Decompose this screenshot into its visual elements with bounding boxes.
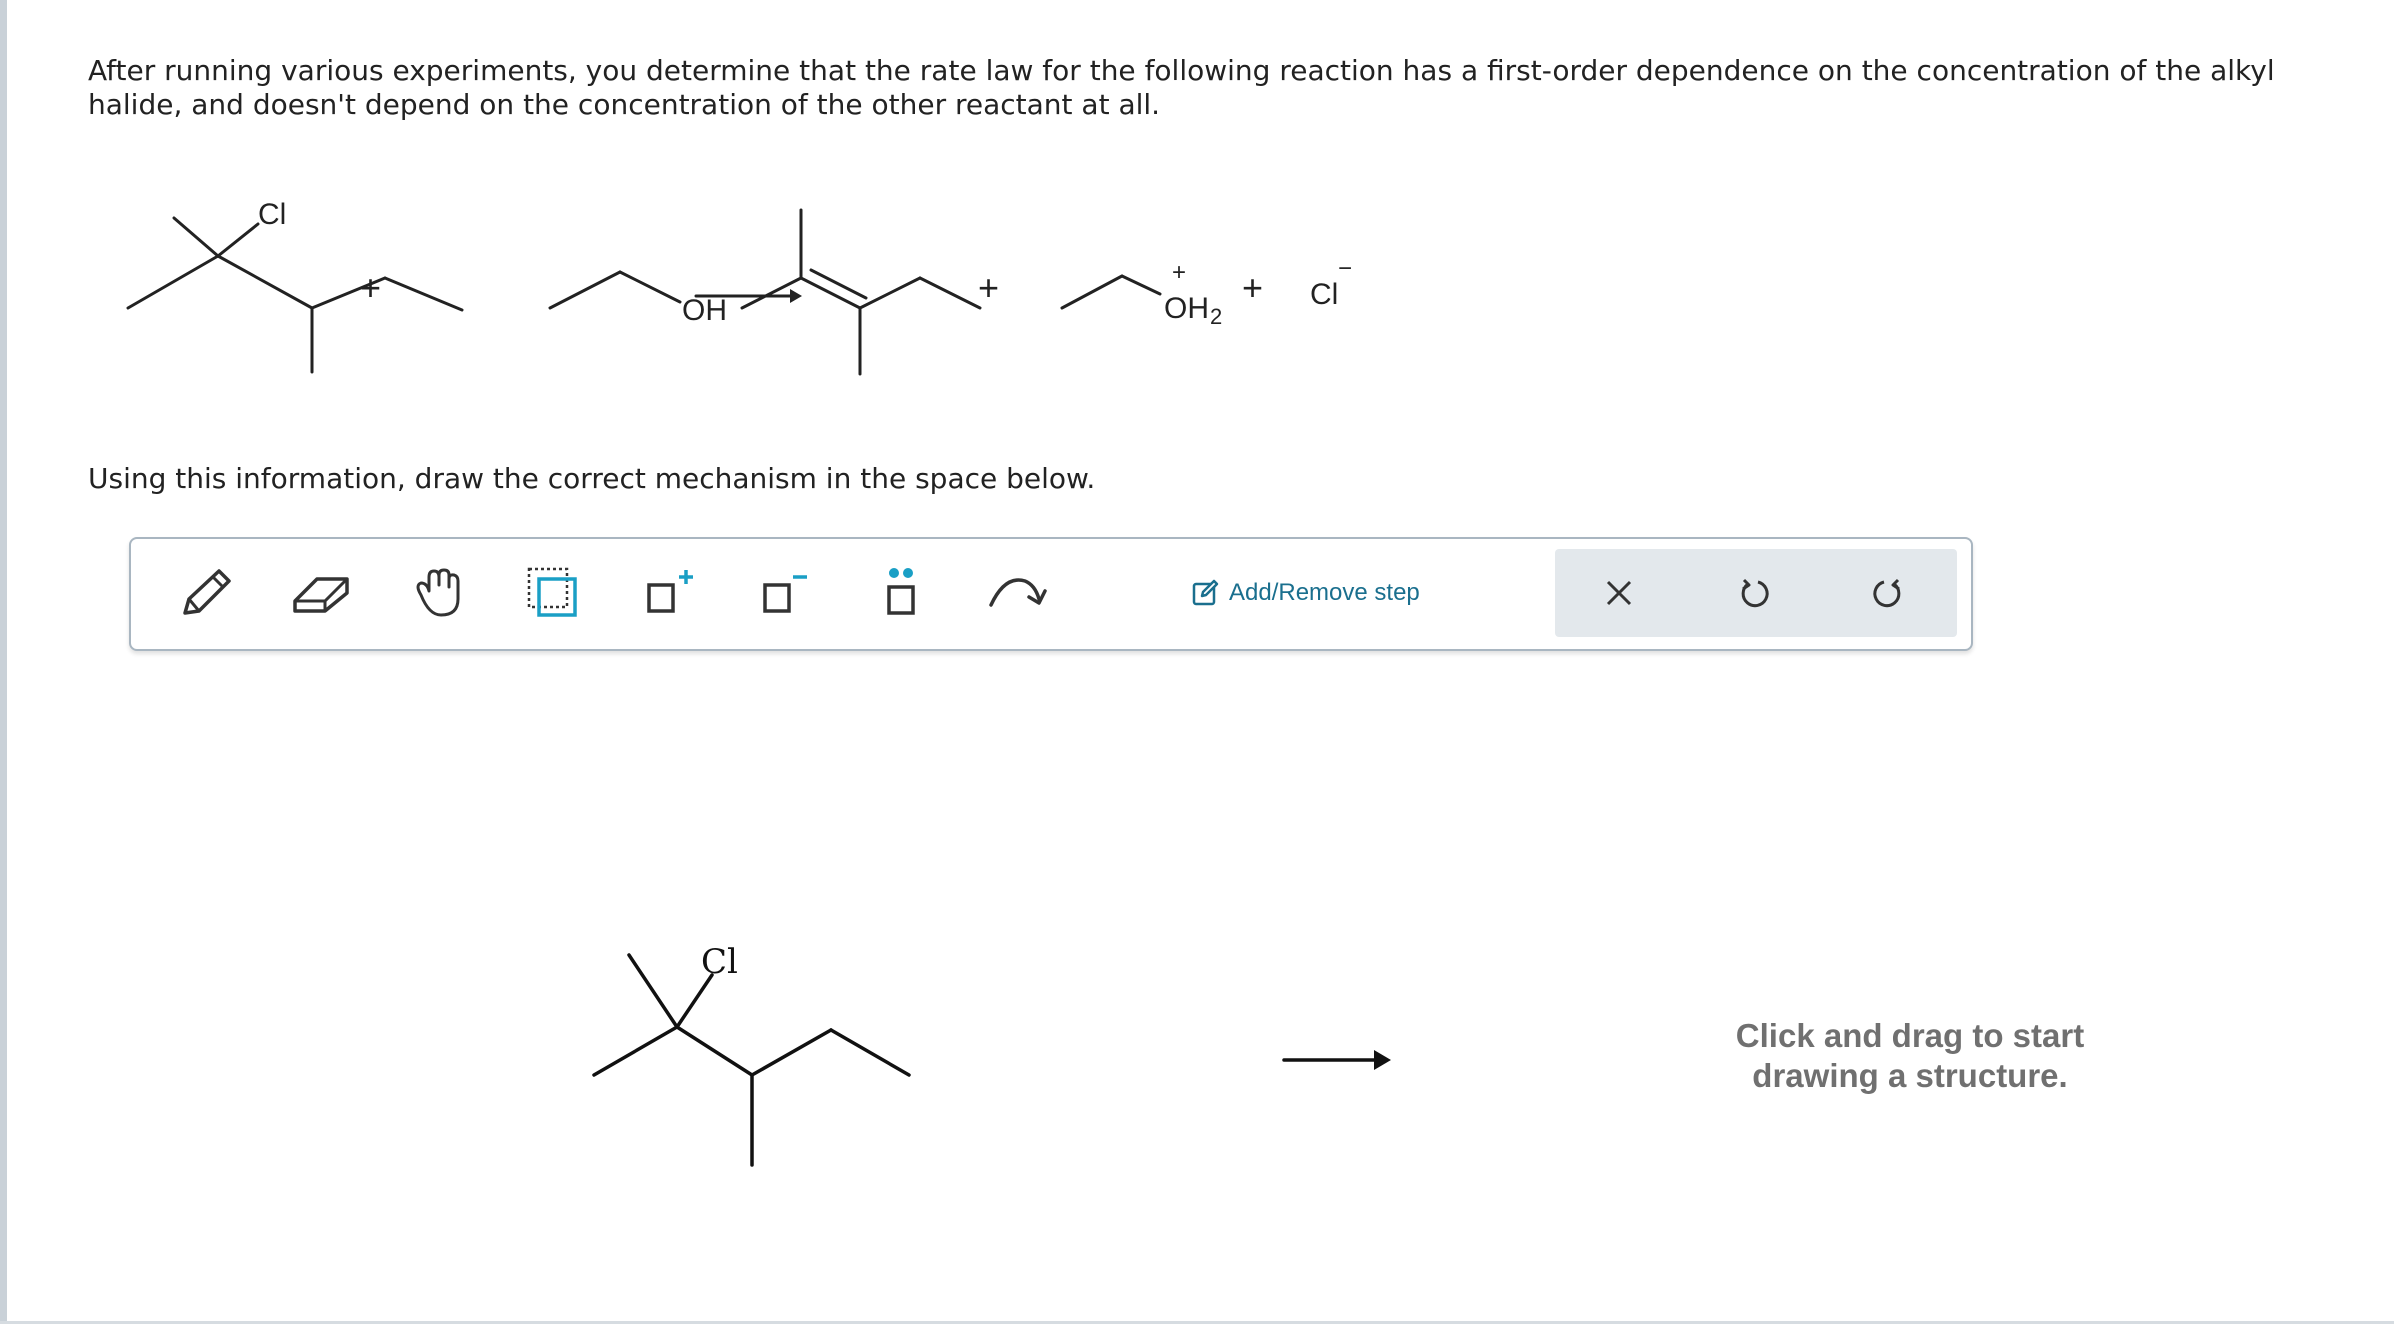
add-remove-step-label: Add/Remove step (1229, 579, 1420, 606)
reaction-scheme: Cl + OH + OH 2 + + Cl − (126, 198, 1352, 376)
selection-box-icon (527, 567, 577, 617)
add-positive-charge-icon (647, 570, 693, 613)
product-oxonium (1060, 274, 1162, 310)
add-negative-charge-icon (763, 575, 807, 613)
drawing-toolbar: Add/Remove step (129, 537, 1973, 651)
edit-icon (1192, 579, 1219, 606)
undo-button[interactable] (1715, 555, 1795, 631)
reactant-cl-label: Cl (258, 198, 286, 231)
redo-button[interactable] (1847, 555, 1927, 631)
lone-pair-tool-button[interactable] (861, 555, 941, 631)
curved-arrow-tool-button[interactable] (977, 555, 1057, 631)
pencil-icon (183, 569, 231, 615)
product-cl-label: Cl (1310, 278, 1338, 311)
select-tool-button[interactable] (513, 555, 593, 631)
question-text: After running various experiments, you d… (88, 54, 2275, 121)
curved-arrow-icon (989, 578, 1047, 607)
oxonium-charge: + (1172, 259, 1186, 286)
reactant-oh-label: OH (682, 294, 727, 327)
instruction-text: Using this information, draw the correct… (88, 462, 1096, 495)
canvas-hint: Click and drag to start drawing a struct… (1690, 1016, 2130, 1096)
product-oh2-subscript: 2 (1210, 304, 1222, 329)
eraser-icon (293, 577, 349, 613)
chloride-charge: − (1338, 255, 1352, 282)
positive-charge-tool-button[interactable] (629, 555, 709, 631)
redo-icon (1873, 578, 1901, 608)
negative-charge-tool-button[interactable] (745, 555, 825, 631)
eraser-tool-button[interactable] (281, 555, 361, 631)
starting-structure: Cl (592, 942, 1391, 1167)
clear-button[interactable] (1579, 555, 1659, 631)
hint-line-2: drawing a structure. (1752, 1057, 2068, 1094)
product-oh2-label: OH (1164, 292, 1209, 325)
plus-sign-1: + (360, 267, 381, 308)
structure-cl-label: Cl (701, 942, 738, 982)
plus-sign-2: + (978, 267, 999, 308)
hand-tool-button[interactable] (397, 555, 477, 631)
reaction-arrowhead (790, 289, 802, 303)
history-controls (1555, 549, 1957, 637)
reactant-ethanol (548, 270, 682, 310)
hint-line-1: Click and drag to start (1735, 1017, 2085, 1054)
product-alkene (740, 208, 982, 376)
mechanism-arrowhead (1374, 1050, 1391, 1070)
close-icon (1606, 580, 1632, 606)
reactant-alkyl-halide (126, 216, 464, 374)
plus-sign-3: + (1242, 267, 1263, 308)
add-lone-pair-icon (887, 568, 915, 615)
drawing-canvas[interactable]: Cl Click and drag to start drawing a str… (129, 665, 2329, 1305)
hand-icon (416, 568, 460, 617)
undo-icon (1741, 578, 1769, 608)
add-remove-step-button[interactable]: Add/Remove step (1191, 563, 1420, 623)
left-rail (0, 0, 7, 1324)
pencil-tool-button[interactable] (167, 555, 247, 631)
